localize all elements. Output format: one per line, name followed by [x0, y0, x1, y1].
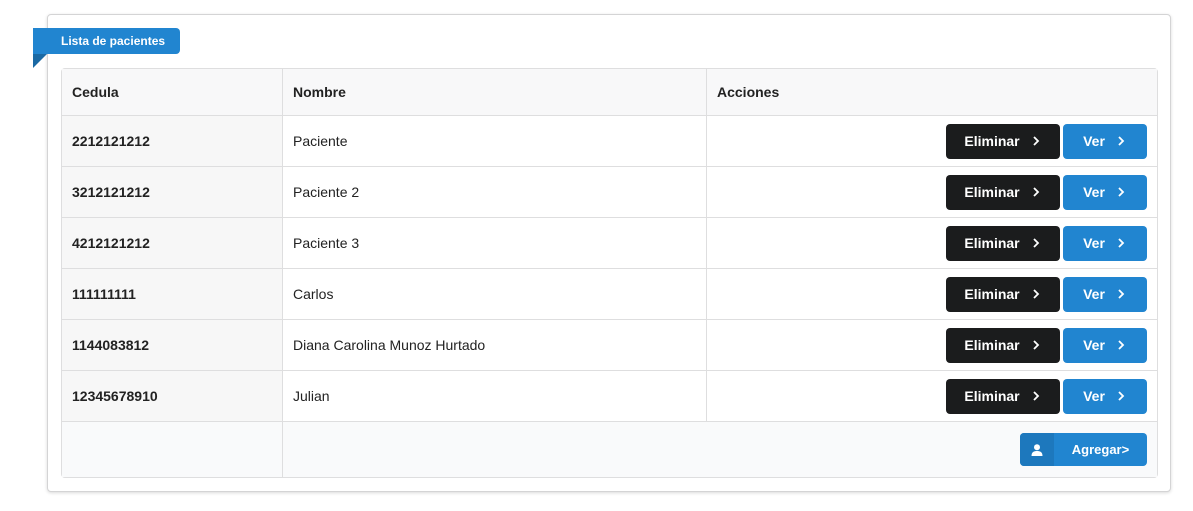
actions-cell: Eliminar Ver	[706, 166, 1157, 217]
delete-button-label: Eliminar	[964, 133, 1020, 149]
table-footer-row: Agregar>	[62, 421, 1157, 477]
chevron-right-icon	[1032, 238, 1039, 248]
header-nombre: Nombre	[282, 69, 706, 115]
add-patient-button[interactable]: Agregar>	[1020, 433, 1147, 466]
delete-button-label: Eliminar	[964, 337, 1020, 353]
nombre-cell: Paciente	[282, 115, 706, 166]
nombre-cell: Diana Carolina Munoz Hurtado	[282, 319, 706, 370]
chevron-right-icon	[1118, 187, 1125, 197]
view-button[interactable]: Ver	[1063, 276, 1147, 312]
view-button-label: Ver	[1083, 235, 1105, 251]
delete-button[interactable]: Eliminar	[946, 123, 1060, 159]
header-acciones: Acciones	[706, 69, 1157, 115]
view-button[interactable]: Ver	[1063, 327, 1147, 363]
footer-empty-cell	[62, 421, 282, 477]
delete-button[interactable]: Eliminar	[946, 378, 1060, 414]
chevron-right-icon	[1032, 391, 1039, 401]
chevron-right-icon	[1032, 289, 1039, 299]
chevron-right-icon	[1032, 340, 1039, 350]
nombre-cell: Carlos	[282, 268, 706, 319]
table-row: 2212121212 Paciente Eliminar Ver	[62, 115, 1157, 166]
chevron-right-icon	[1032, 187, 1039, 197]
chevron-right-icon	[1118, 340, 1125, 350]
actions-cell: Eliminar Ver	[706, 319, 1157, 370]
delete-button-label: Eliminar	[964, 184, 1020, 200]
table-row: 1144083812 Diana Carolina Munoz Hurtado …	[62, 319, 1157, 370]
delete-button-label: Eliminar	[964, 235, 1020, 251]
table-row: 12345678910 Julian Eliminar Ver	[62, 370, 1157, 421]
view-button-label: Ver	[1083, 388, 1105, 404]
nombre-cell: Paciente 2	[282, 166, 706, 217]
table-header-row: Cedula Nombre Acciones	[62, 69, 1157, 115]
delete-button-label: Eliminar	[964, 286, 1020, 302]
chevron-right-icon	[1032, 136, 1039, 146]
chevron-right-icon	[1118, 391, 1125, 401]
cedula-cell: 1144083812	[62, 319, 282, 370]
cedula-cell: 3212121212	[62, 166, 282, 217]
view-button-label: Ver	[1083, 184, 1105, 200]
table-row: 3212121212 Paciente 2 Eliminar Ver	[62, 166, 1157, 217]
actions-cell: Eliminar Ver	[706, 268, 1157, 319]
table-row: 111111111 Carlos Eliminar Ver	[62, 268, 1157, 319]
add-patient-label: Agregar>	[1071, 442, 1130, 457]
chevron-right-icon	[1118, 136, 1125, 146]
view-button[interactable]: Ver	[1063, 123, 1147, 159]
view-button[interactable]: Ver	[1063, 174, 1147, 210]
actions-cell: Eliminar Ver	[706, 115, 1157, 166]
delete-button-label: Eliminar	[964, 388, 1020, 404]
table-row: 4212121212 Paciente 3 Eliminar Ver	[62, 217, 1157, 268]
cedula-cell: 111111111	[62, 268, 282, 319]
view-button-label: Ver	[1083, 286, 1105, 302]
nombre-cell: Julian	[282, 370, 706, 421]
header-cedula: Cedula	[62, 69, 282, 115]
ribbon-label: Lista de pacientes	[33, 28, 181, 54]
delete-button[interactable]: Eliminar	[946, 225, 1060, 261]
cedula-cell: 12345678910	[62, 370, 282, 421]
footer-actions-cell: Agregar>	[282, 421, 1157, 477]
delete-button[interactable]: Eliminar	[946, 327, 1060, 363]
ribbon-fold	[33, 54, 47, 68]
view-button-label: Ver	[1083, 133, 1105, 149]
patients-table: Cedula Nombre Acciones 2212121212 Pacien…	[61, 68, 1158, 478]
view-button[interactable]: Ver	[1063, 378, 1147, 414]
view-button-label: Ver	[1083, 337, 1105, 353]
cedula-cell: 2212121212	[62, 115, 282, 166]
actions-cell: Eliminar Ver	[706, 217, 1157, 268]
delete-button[interactable]: Eliminar	[946, 276, 1060, 312]
nombre-cell: Paciente 3	[282, 217, 706, 268]
chevron-right-icon	[1118, 238, 1125, 248]
actions-cell: Eliminar Ver	[706, 370, 1157, 421]
view-button[interactable]: Ver	[1063, 225, 1147, 261]
cedula-cell: 4212121212	[62, 217, 282, 268]
delete-button[interactable]: Eliminar	[946, 174, 1060, 210]
user-icon	[1020, 433, 1054, 466]
chevron-right-icon	[1118, 289, 1125, 299]
